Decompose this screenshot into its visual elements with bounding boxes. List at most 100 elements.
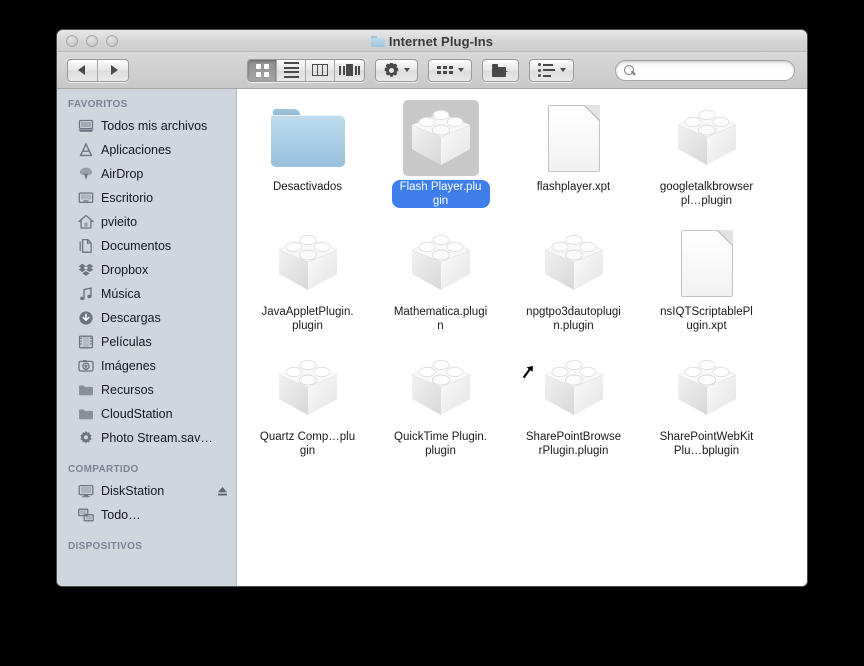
navigation-buttons — [67, 58, 129, 82]
sidebar-item-label: Todos mis archivos — [101, 119, 208, 133]
file-name-label: googletalkbrowserpl…plugin — [659, 181, 754, 207]
sidebar-item-pel-culas[interactable]: Películas — [57, 330, 236, 354]
file-item[interactable]: QuickTime Plugin.plugin — [374, 345, 507, 470]
view-mode-switcher — [247, 58, 365, 82]
file-icon-wrap — [680, 224, 733, 302]
chevron-down-icon — [458, 68, 464, 72]
plugin-icon — [673, 103, 741, 174]
dropbox-icon — [78, 262, 94, 278]
sidebar-item-descargas[interactable]: Descargas — [57, 306, 236, 330]
file-item[interactable]: Desactivados — [241, 95, 374, 220]
sidebar-item-label: Recursos — [101, 383, 154, 397]
sidebar-item-airdrop[interactable]: AirDrop — [57, 162, 236, 186]
file-icon-wrap — [407, 349, 475, 427]
file-browser[interactable]: Desactivados Flash Player.plugin flashplay… — [237, 89, 807, 586]
search-input[interactable] — [640, 64, 786, 76]
file-icon-wrap — [673, 349, 741, 427]
file-item[interactable]: flashplayer.xpt — [507, 95, 640, 220]
file-name-label: nsIQTScriptablePlugin.xpt — [660, 306, 753, 332]
arrange-menu-button[interactable] — [428, 58, 472, 82]
file-item[interactable]: SharePointWebKitPlu…bplugin — [640, 345, 773, 470]
list-view-button[interactable] — [277, 59, 306, 81]
action-menu-button[interactable] — [375, 58, 418, 82]
sidebar-item-label: Escritorio — [101, 191, 154, 205]
sidebar-item-documentos[interactable]: Documentos — [57, 234, 236, 258]
list-icon — [283, 62, 299, 78]
sidebar-item-label: Imágenes — [101, 359, 156, 373]
sidebar-item-dropbox[interactable]: Dropbox — [57, 258, 236, 282]
search-field[interactable] — [615, 59, 795, 81]
sidebar-item-todos-mis-archivos[interactable]: Todos mis archivos — [57, 114, 236, 138]
file-item[interactable]: googletalkbrowserpl…plugin — [640, 95, 773, 220]
downloads-icon — [78, 310, 94, 326]
sidebar-item-diskstation[interactable]: DiskStation — [57, 479, 236, 503]
sidebar-item-aplicaciones[interactable]: Aplicaciones — [57, 138, 236, 162]
sidebar-item-label: CloudStation — [101, 407, 173, 421]
file-item[interactable]: Mathematica.plugin — [374, 220, 507, 345]
plugin-icon — [274, 228, 342, 299]
plugin-icon — [407, 103, 475, 174]
sidebar: FAVORITOS Todos mis archivos Aplicaciones A… — [57, 89, 237, 586]
file-name-label: npgtpo3dautoplugin.plugin — [526, 306, 621, 332]
file-item[interactable]: JavaAppletPlugin.plugin — [241, 220, 374, 345]
eject-icon[interactable] — [217, 486, 228, 497]
server-icon — [78, 483, 94, 499]
chevron-down-icon — [404, 68, 410, 72]
gear-icon — [384, 63, 399, 78]
sidebar-item-im-genes[interactable]: Imágenes — [57, 354, 236, 378]
column-view-button[interactable] — [306, 59, 335, 81]
share-menu-button[interactable] — [529, 58, 574, 82]
file-item[interactable]: nsIQTScriptablePlugin.xpt — [640, 220, 773, 345]
sidebar-item-m-sica[interactable]: Música — [57, 282, 236, 306]
sidebar-item-label: Todo… — [101, 508, 141, 522]
sidebar-item-recursos[interactable]: Recursos — [57, 378, 236, 402]
page-title: Internet Plug-Ins — [388, 33, 494, 49]
file-item[interactable]: npgtpo3dautoplugin.plugin — [507, 220, 640, 345]
icon-view-button[interactable] — [248, 59, 277, 81]
file-icon-wrap — [402, 99, 479, 177]
file-icon-wrap — [274, 349, 342, 427]
search-icon — [624, 64, 635, 76]
folder-icon — [78, 382, 94, 398]
sidebar-item-cloudstation[interactable]: CloudStation — [57, 402, 236, 426]
sidebar-item-label: Photo Stream.sav… — [101, 431, 213, 445]
title-bar[interactable]: Internet Plug-Ins — [57, 30, 807, 52]
document-icon — [547, 104, 600, 172]
plugin-icon — [407, 228, 475, 299]
sidebar-item-label: AirDrop — [101, 167, 144, 181]
new-folder-button[interactable]: + — [482, 58, 519, 82]
toolbar: + — [57, 52, 807, 89]
file-icon-wrap — [270, 99, 345, 177]
folder-icon — [270, 109, 345, 167]
file-name-label: flashplayer.xpt — [536, 181, 611, 193]
arrange-icon — [437, 66, 453, 74]
window-body: FAVORITOS Todos mis archivos Aplicaciones A… — [57, 89, 807, 586]
file-icon-wrap — [547, 99, 600, 177]
file-icon-wrap — [540, 224, 608, 302]
desktop-icon — [78, 190, 94, 206]
chevron-down-icon — [560, 68, 566, 72]
forward-button[interactable] — [98, 60, 128, 81]
folder-icon — [78, 406, 94, 422]
coverflow-view-button[interactable] — [335, 60, 364, 81]
documents-icon — [78, 238, 94, 254]
file-name-label: SharePointBrowserPlugin.plugin — [525, 431, 622, 457]
coverflow-icon — [339, 64, 360, 76]
sidebar-item-escritorio[interactable]: Escritorio — [57, 186, 236, 210]
sidebar-item-label: Películas — [101, 335, 152, 349]
file-item[interactable]: Flash Player.plugin — [374, 95, 507, 220]
action-list-icon — [538, 63, 555, 77]
back-button[interactable] — [68, 59, 98, 81]
sidebar-item-label: DiskStation — [101, 484, 165, 498]
file-icon-wrap — [407, 224, 475, 302]
gear-icon — [78, 430, 94, 446]
sidebar-item-photo-stream-sav[interactable]: Photo Stream.sav… — [57, 426, 236, 450]
file-name-label: Quartz Comp…plugin — [259, 431, 356, 457]
network-icon — [78, 507, 94, 523]
file-item[interactable]: Quartz Comp…plugin — [241, 345, 374, 470]
sidebar-item-todo[interactable]: Todo… — [57, 503, 236, 527]
plugin-icon — [407, 353, 475, 424]
sidebar-item-pvieito[interactable]: pvieito — [57, 210, 236, 234]
file-item[interactable]: SharePointBrowserPlugin.plugin — [507, 345, 640, 470]
plugin-icon — [540, 228, 608, 299]
